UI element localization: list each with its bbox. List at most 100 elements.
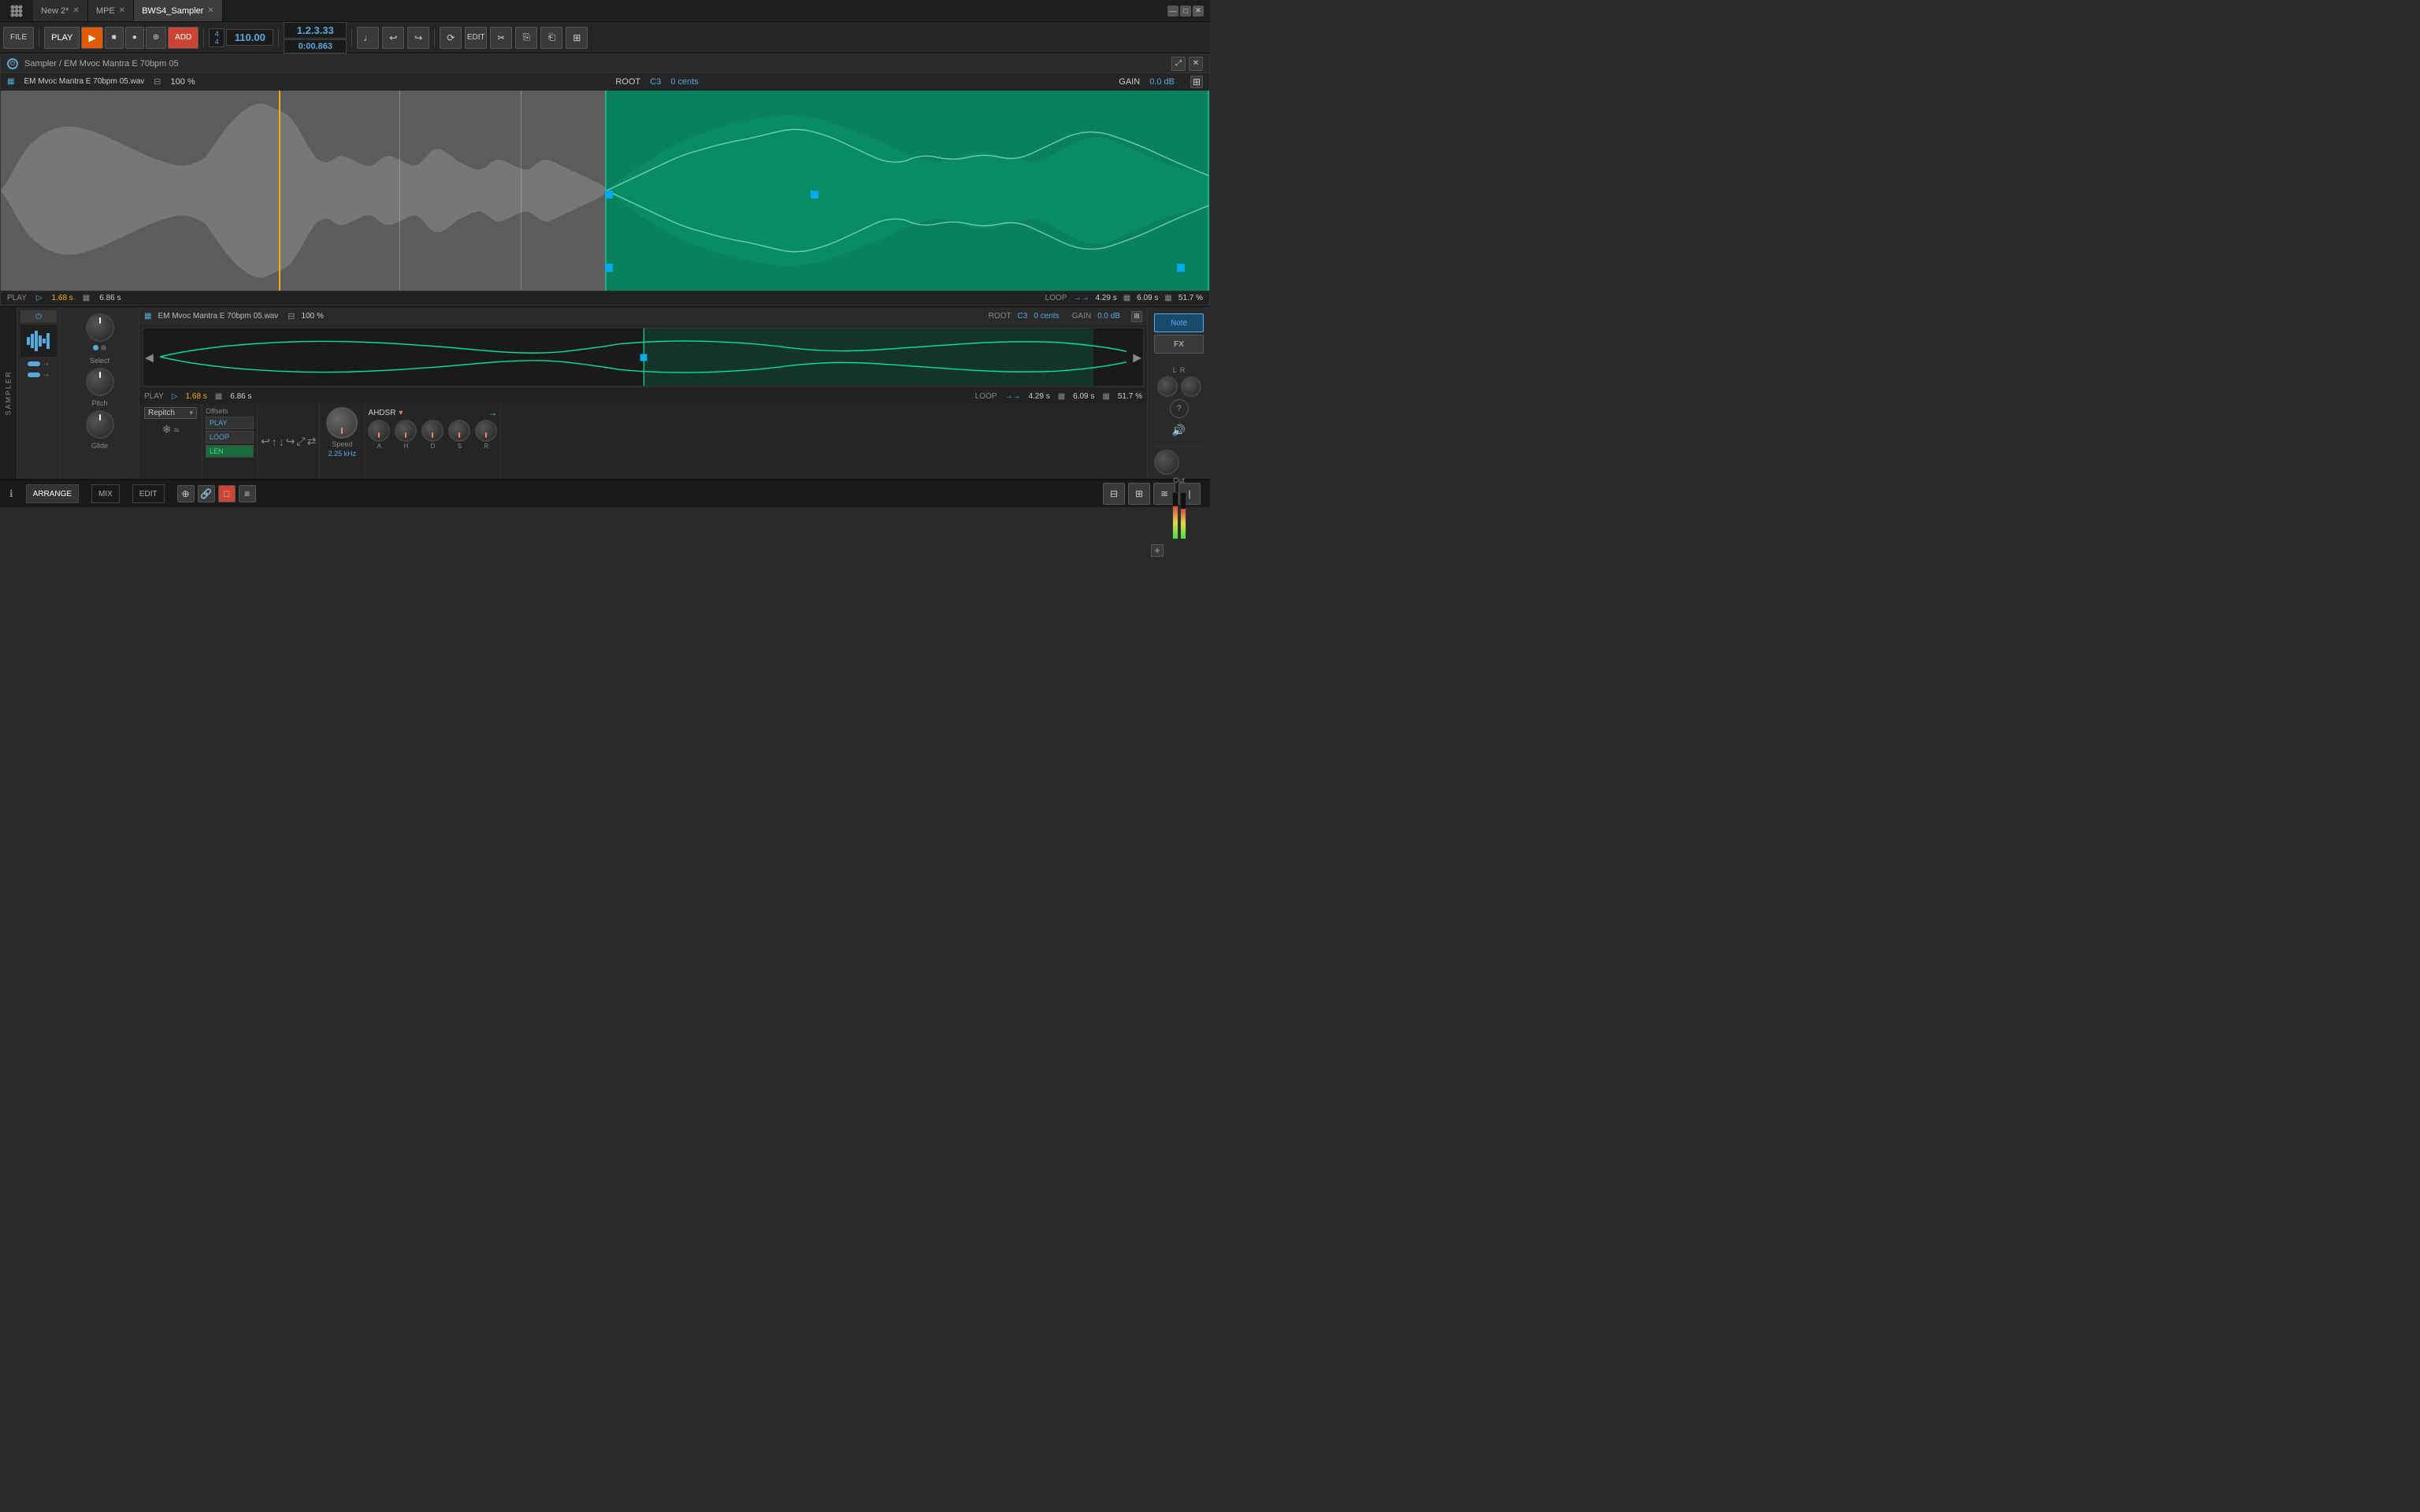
info-icon[interactable]: ℹ — [9, 488, 13, 499]
speed-knob[interactable] — [326, 407, 358, 439]
power-button[interactable]: ⏻ — [7, 58, 18, 69]
view-midi-button[interactable]: ⊕ — [177, 485, 195, 502]
tab-bws4-close[interactable]: ✕ — [207, 6, 213, 15]
tab-mpe-close[interactable]: ✕ — [119, 6, 125, 15]
main-waveform-area[interactable] — [1, 91, 1209, 291]
loop-mid-marker[interactable] — [811, 191, 818, 198]
play-button[interactable]: PLAY — [44, 27, 80, 49]
add-device-button[interactable]: + — [1151, 544, 1164, 557]
select-knob[interactable] — [86, 313, 114, 342]
stop-button[interactable]: ■ — [105, 27, 124, 49]
edit-nav-button[interactable]: EDIT — [132, 484, 165, 503]
speed-section: Speed 2.25 kHz — [320, 404, 365, 479]
ahdsr-menu-icon[interactable]: ▾ — [399, 409, 403, 417]
ahdsr-a-knob[interactable] — [368, 420, 390, 442]
duplicate-button[interactable]: ⊞ — [566, 27, 588, 49]
chain-connector[interactable]: → — [20, 359, 57, 368]
paste-button[interactable]: ⎗ — [540, 27, 562, 49]
power-strip-icon[interactable]: ⏻ — [20, 310, 57, 323]
play-mode-btn[interactable]: PLAY — [206, 417, 254, 429]
mini-waveform[interactable]: ◀ ▶ — [143, 328, 1144, 387]
glide-knob[interactable] — [86, 410, 114, 439]
sampler-settings-button[interactable]: ⊞ — [1190, 76, 1203, 88]
env-flip-icon[interactable]: ⤢ — [296, 435, 305, 448]
time-signature-display[interactable]: 4 4 — [209, 28, 225, 47]
waveform-icon[interactable]: ≈ — [174, 424, 180, 435]
file-button[interactable]: FILE — [3, 27, 34, 49]
tab-new2[interactable]: New 2* ✕ — [33, 0, 88, 21]
help-button[interactable]: ? — [1170, 399, 1189, 418]
ahdsr-link-icon[interactable]: → — [488, 407, 497, 418]
undo-button[interactable]: ↩ — [382, 27, 404, 49]
ahdsr-h-knob[interactable] — [395, 420, 417, 442]
minimize-button[interactable]: — — [1167, 6, 1178, 17]
edit-button[interactable]: EDIT — [465, 27, 487, 49]
cut-button[interactable]: ✂ — [490, 27, 512, 49]
env-left-icon[interactable]: ↩ — [261, 435, 270, 448]
sampler-icon-block[interactable] — [20, 325, 57, 357]
len-mode-btn[interactable]: LEN — [206, 445, 254, 458]
waveform-next-arrow[interactable]: ▶ — [1131, 350, 1143, 364]
repitch-chevron-icon: ▾ — [189, 409, 193, 417]
start-button[interactable]: ▶ — [81, 27, 102, 49]
arrange-button[interactable]: ARRANGE — [26, 484, 79, 503]
redo-button[interactable]: ↪ — [407, 27, 429, 49]
close-button[interactable]: ✕ — [1193, 6, 1204, 17]
tab-mpe[interactable]: MPE ✕ — [88, 0, 134, 21]
tempo-display[interactable]: 110.00 — [226, 29, 273, 46]
select-dots — [93, 345, 106, 350]
metronome-button[interactable]: ♩ — [357, 27, 379, 49]
tab-bws4[interactable]: BWS4_Sampler ✕ — [134, 0, 223, 21]
add-button[interactable]: ADD — [168, 27, 199, 49]
toolbar-sep-2 — [203, 28, 204, 47]
r-knob[interactable] — [1181, 376, 1201, 397]
loop-record-button[interactable]: ⊕ — [146, 27, 166, 49]
ahdsr-r-knob[interactable] — [475, 420, 497, 442]
note-fx-buttons: Note FX — [1151, 310, 1207, 357]
env-arrows2-icon[interactable]: ⇄ — [307, 435, 317, 448]
loop-percent-val: 51.7 % — [1178, 294, 1203, 302]
loop-region[interactable] — [605, 91, 1209, 291]
l-knob[interactable] — [1157, 376, 1178, 397]
ahdsr-s-knob[interactable] — [448, 420, 470, 442]
mix-button[interactable]: MIX — [91, 484, 120, 503]
device-panel-button[interactable]: ⊞ — [1128, 483, 1150, 505]
time-sig-top: 4 — [212, 30, 221, 38]
fx-button[interactable]: FX — [1154, 335, 1204, 354]
loop-start-marker[interactable] — [605, 191, 613, 198]
loop-button[interactable]: ⟳ — [440, 27, 462, 49]
view-track-button[interactable]: □ — [218, 485, 236, 502]
snowflake-icon[interactable]: ❄ — [162, 423, 172, 436]
ahdsr-d-knob[interactable] — [421, 420, 444, 442]
repitch-dropdown[interactable]: Repitch ▾ — [144, 407, 197, 419]
mini-play-icon: ▷ — [172, 392, 178, 401]
speaker-button[interactable]: 🔊 — [1170, 421, 1189, 439]
position-time-display[interactable]: 0:00.863 — [284, 39, 347, 54]
loop-mode-btn[interactable]: LOOP — [206, 431, 254, 443]
note-button[interactable]: Note — [1154, 313, 1204, 332]
position-bars-display[interactable]: 1.2.3.33 — [284, 22, 347, 39]
browser-button[interactable]: ⊟ — [1103, 483, 1125, 505]
out-knob[interactable] — [1154, 450, 1179, 475]
env-down-icon[interactable]: ↓ — [279, 435, 284, 448]
ahdsr-knobs-row: A H D S R — [368, 420, 497, 450]
right-panel: Note FX L R ? 🔊 Out — [1147, 307, 1210, 479]
view-pattern-button[interactable]: ≡ — [239, 485, 256, 502]
maximize-button[interactable]: □ — [1180, 6, 1191, 17]
time-sig-bot: 4 — [212, 38, 221, 46]
tab-new2-close[interactable]: ✕ — [72, 6, 79, 15]
sampler-close-button[interactable]: ✕ — [1189, 57, 1203, 71]
env-right-icon[interactable]: ↪ — [286, 435, 295, 448]
mini-settings-btn[interactable]: ⊞ — [1131, 311, 1142, 322]
env-up-icon[interactable]: ↑ — [272, 435, 277, 448]
view-link-button[interactable]: 🔗 — [198, 485, 215, 502]
pitch-knob[interactable] — [86, 368, 114, 396]
waveform-prev-arrow[interactable]: ◀ — [143, 350, 155, 364]
record-button[interactable]: ● — [125, 27, 144, 49]
chain-connector-2[interactable]: → — [20, 370, 57, 379]
loop-end-marker-top[interactable] — [1177, 264, 1185, 272]
loop-start-bottom[interactable] — [605, 264, 613, 272]
copy-button[interactable]: ⎘ — [515, 27, 537, 49]
ahdsr-s-group: S — [448, 420, 470, 450]
sampler-expand-button[interactable]: ⤢ — [1171, 57, 1186, 71]
